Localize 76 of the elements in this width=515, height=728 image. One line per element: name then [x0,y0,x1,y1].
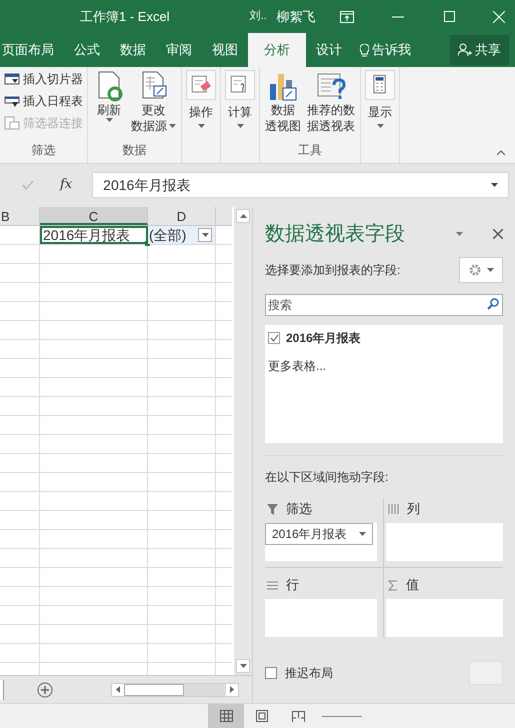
area-label: 筛选 [286,500,312,518]
vertical-scrollbar[interactable] [234,207,252,675]
page-layout-icon [256,710,268,722]
ribbon-button[interactable]: 推荐的数 据透视表 [306,70,356,134]
field-label: 2016年月报表 [286,330,361,347]
pane-title: 数据透视表字段 [265,222,406,247]
group-label: 筛选 [30,142,56,159]
ribbon-tab[interactable]: 分析 [248,33,306,67]
column-header[interactable]: D [148,207,216,225]
dropdown-button[interactable] [198,228,212,242]
user-name: 柳絮飞 [276,8,316,26]
filter-connect-icon [4,115,20,131]
tell-me-button[interactable]: 告诉我 [352,33,419,67]
pane-subtitle: 选择要添加到报表的字段: [265,262,402,279]
table-cell[interactable]: 2016年月报表 [40,226,148,244]
caret-icon [486,268,494,272]
horizontal-scrollbar[interactable] [111,682,239,696]
ribbon-tab[interactable]: 审阅 [156,33,202,67]
group-label: 工具 [297,142,323,159]
settings-button[interactable] [459,257,503,283]
areas-label: 在以下区域间拖动字段: [265,469,390,486]
ribbon-button[interactable]: 插入日程表 [4,92,83,110]
checkbox[interactable] [265,667,277,679]
scroll-left-icon[interactable] [116,686,120,693]
share-button[interactable]: 共享 [450,35,509,65]
function-button[interactable]: fx [60,175,72,195]
ribbon-display-icon[interactable] [340,10,354,22]
scroll-right-icon[interactable] [230,686,234,693]
ribbon-tab[interactable]: 公式 [64,33,110,67]
caret-icon [456,232,463,236]
caret-icon [359,532,366,536]
scroll-up-icon[interactable] [240,214,246,218]
rows-icon [267,580,278,590]
sigma-icon [388,580,398,590]
user-initial: 刘.. [250,8,267,24]
ribbon-button[interactable]: 刷新 [92,70,126,122]
area-label: 值 [406,576,419,594]
ribbon-button[interactable]: 插入切片器 [4,70,83,88]
caret-icon [240,664,246,668]
group-label: 数据 [122,142,148,159]
view-button[interactable] [208,704,244,728]
area-label: 列 [407,500,420,518]
columns-icon [388,504,399,514]
page-break-icon [292,710,304,722]
ribbon-tab[interactable]: 设计 [306,33,352,67]
check-icon[interactable] [22,180,34,190]
maximize-icon[interactable] [444,11,455,22]
defer-label: 推迟布局 [285,665,334,682]
ribbon-button[interactable]: 数据 透视图 [264,70,302,134]
formula-field[interactable]: 2016年月报表 [92,172,509,198]
column-header[interactable]: C [40,207,148,225]
person-icon [458,43,472,57]
add-sheet-icon[interactable] [37,682,53,698]
field-chip[interactable]: 2016年月报表 [265,523,373,545]
caret-icon [491,183,498,187]
checkbox[interactable] [268,332,280,344]
drop-area[interactable]: 2016年月报表 [265,523,377,561]
collapse-icon[interactable] [497,150,505,155]
lightbulb-icon [360,44,369,56]
caret-icon [202,233,208,237]
grid-view-icon [220,710,232,722]
slicer-icon [4,71,20,87]
table-cell[interactable]: (全部) [148,226,216,244]
minimize-icon[interactable] [392,16,404,18]
window-title: 工作簿1 - Excel [80,8,170,26]
filter-icon [267,504,278,514]
ribbon-tab[interactable]: 数据 [110,33,156,67]
search-field[interactable]: 搜索 [265,294,503,316]
settings-icon [468,264,480,276]
ribbon-tab[interactable]: 页面布局 [0,33,64,67]
more-tables-link[interactable]: 更多表格... [268,357,500,375]
ribbon-tab[interactable]: 视图 [202,33,248,67]
close-icon[interactable] [493,229,503,239]
search-icon [487,298,499,310]
area-label: 行 [286,576,299,594]
ribbon-button[interactable]: 更改 数据源 [130,70,177,134]
